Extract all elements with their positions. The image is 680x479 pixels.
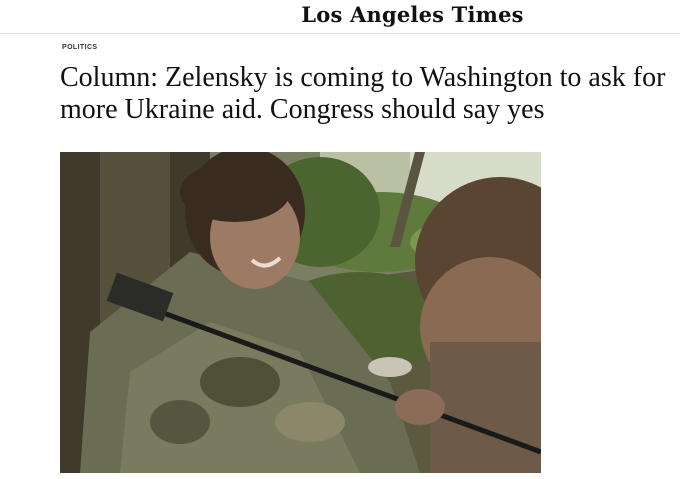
section-label[interactable]: POLITICS [62,44,97,51]
masthead: Los Angeles Times [0,0,680,34]
site-logo[interactable]: Los Angeles Times [0,2,680,27]
article-headline: Column: Zelensky is coming to Washington… [60,62,666,125]
article-hero-image [60,152,541,473]
photo-image-icon [60,152,541,473]
